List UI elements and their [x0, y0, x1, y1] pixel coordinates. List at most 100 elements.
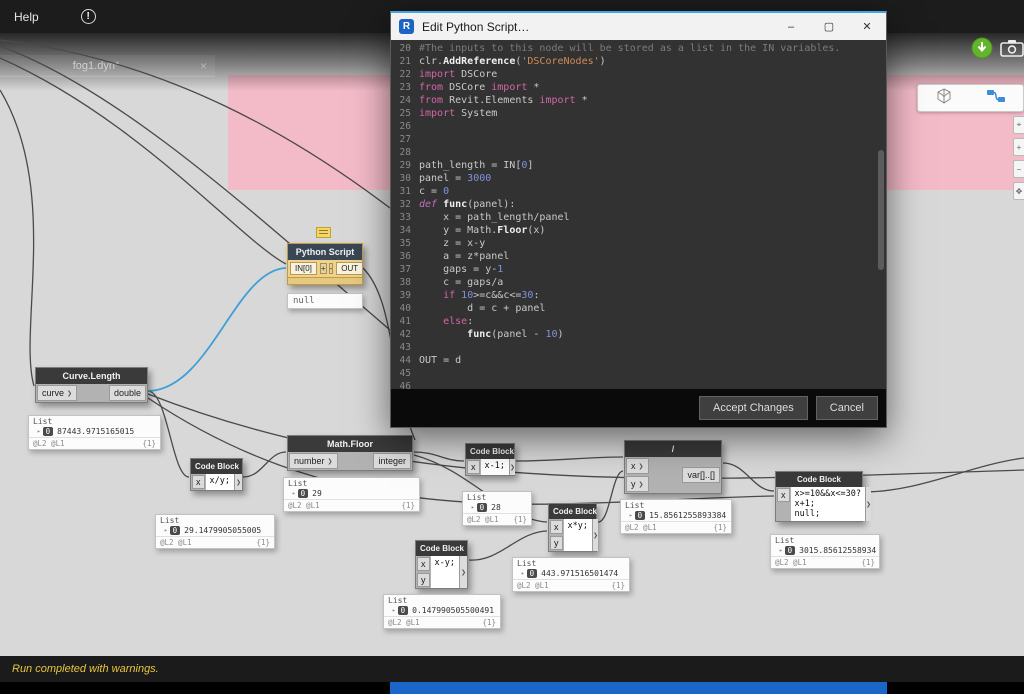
geometry-view-icon[interactable] [935, 87, 953, 110]
scrollbar-thumb[interactable] [878, 150, 884, 270]
port-out[interactable]: ❯ [458, 556, 467, 588]
camera-export-icon[interactable] [1000, 39, 1024, 62]
notification-icon[interactable]: ! [80, 9, 96, 24]
zoom-in-icon[interactable]: + [1013, 138, 1024, 156]
node-code-block-minus[interactable]: Code Block x x-1; ❯ [465, 443, 516, 476]
code-line[interactable]: if 10>=c&&c<=30: [419, 289, 876, 302]
port-integer[interactable]: integer [373, 453, 411, 469]
taskbar-active-segment[interactable] [390, 682, 887, 694]
port-curve[interactable]: curve ❯ [37, 385, 78, 401]
preview-math-floor[interactable]: List ▸ 0 29 @L2 @L1 {1} [283, 477, 420, 512]
node-title[interactable]: Code Block [549, 504, 597, 519]
preview-code-block-mul[interactable]: List ▸ 0 443.971516501474 @L2 @L1 {1} [512, 557, 630, 592]
code-line[interactable]: gaps = y-1 [419, 263, 876, 276]
port-out[interactable]: ❯ [865, 487, 872, 521]
port-y[interactable]: y [550, 536, 563, 550]
fit-view-icon[interactable]: ⌖ [1013, 116, 1024, 134]
code-line[interactable]: c = gaps/a [419, 276, 876, 289]
port-x[interactable]: x [777, 488, 790, 502]
port-number[interactable]: number ❯ [289, 453, 338, 469]
node-curve-length[interactable]: Curve.Length curve ❯ double [35, 367, 148, 403]
code-line[interactable]: import System [419, 107, 876, 120]
port-in0[interactable]: IN[0] [290, 262, 317, 275]
list-levels[interactable]: @L2 @L1 [288, 501, 320, 510]
add-input-button[interactable]: + [319, 263, 327, 274]
expand-caret-icon[interactable]: ▸ [471, 504, 475, 511]
node-title[interactable]: Code Block [416, 541, 467, 556]
code-block-text[interactable]: x*y; [563, 519, 592, 551]
list-levels[interactable]: @L2 @L1 [160, 538, 192, 547]
maximize-icon[interactable]: ▢ [810, 13, 848, 40]
code-block-text[interactable]: x>=10&&x<=30? x+1; null; [790, 487, 866, 521]
code-line[interactable]: func(panel - 10) [419, 328, 876, 341]
list-levels[interactable]: @L2 @L1 [775, 558, 807, 567]
accept-changes-button[interactable]: Accept Changes [699, 396, 808, 420]
export-run-icon[interactable] [971, 37, 993, 64]
code-line[interactable] [419, 120, 876, 133]
code-line[interactable] [419, 133, 876, 146]
node-group-left[interactable] [228, 75, 392, 190]
code-line[interactable]: panel = 3000 [419, 172, 876, 185]
list-levels[interactable]: @L2 @L1 [33, 439, 65, 448]
node-code-block-cond[interactable]: Code Block x x>=10&&x<=30? x+1; null; ❯ [775, 471, 872, 522]
node-title[interactable]: Python Script [288, 244, 362, 260]
node-divide[interactable]: / x ❯ y ❯ var[]..[] [624, 440, 722, 494]
node-code-block-mul[interactable]: Code Block x y x*y; ❯ [548, 503, 599, 552]
node-title[interactable]: Code Block [191, 459, 242, 474]
code-line[interactable]: x = path_length/panel [419, 211, 876, 224]
code-line[interactable]: from Revit.Elements import * [419, 94, 876, 107]
dialog-titlebar[interactable]: R Edit Python Script… – ▢ ✕ [391, 13, 886, 40]
list-levels[interactable]: @L2 @L1 [517, 581, 549, 590]
code-line[interactable]: from DSCore import * [419, 81, 876, 94]
code-line[interactable]: clr.AddReference('DSCoreNodes') [419, 55, 876, 68]
remove-input-button[interactable]: - [328, 263, 334, 274]
code-block-text[interactable]: x/y; [205, 474, 234, 490]
code-line[interactable]: def func(panel): [419, 198, 876, 211]
code-line[interactable]: z = x-y [419, 237, 876, 250]
code-line[interactable] [419, 380, 876, 389]
cancel-button[interactable]: Cancel [815, 396, 878, 420]
code-line[interactable]: path_length = IN[0] [419, 159, 876, 172]
node-code-block-div[interactable]: Code Block x x/y; ❯ [190, 458, 243, 491]
port-var-out[interactable]: var[]..[] [682, 467, 720, 483]
workspace-tab[interactable]: fog1.dyn* × [0, 55, 215, 77]
port-y[interactable]: y [417, 573, 430, 587]
expand-caret-icon[interactable]: ▸ [164, 527, 168, 534]
port-out[interactable]: ❯ [591, 519, 599, 551]
code-area[interactable]: #The inputs to this node will be stored … [419, 42, 876, 389]
editor-scrollbar[interactable] [878, 40, 884, 389]
python-code-editor[interactable]: 20 21 22 23 24 25 26 27 28 29 30 31 32 33 34 35 36 37 38 39… [391, 40, 886, 389]
minimize-icon[interactable]: – [772, 13, 810, 40]
code-line[interactable] [419, 146, 876, 159]
node-code-block-sub[interactable]: Code Block x y x-y; ❯ [415, 540, 468, 589]
expand-caret-icon[interactable]: ▸ [779, 547, 783, 554]
node-title[interactable]: Curve.Length [36, 368, 147, 384]
pan-icon[interactable]: ✥ [1013, 182, 1024, 200]
code-line[interactable]: d = c + panel [419, 302, 876, 315]
node-title[interactable]: / [625, 441, 721, 457]
list-levels[interactable]: @L2 @L1 [388, 618, 420, 627]
expand-caret-icon[interactable]: ▸ [292, 490, 296, 497]
node-title[interactable]: Code Block [776, 472, 862, 487]
code-line[interactable]: else: [419, 315, 876, 328]
code-block-text[interactable]: x-y; [430, 556, 459, 588]
port-x[interactable]: x [417, 557, 430, 571]
expand-caret-icon[interactable]: ▸ [521, 570, 525, 577]
node-math-floor[interactable]: Math.Floor number ❯ integer [287, 435, 413, 471]
code-line[interactable]: OUT = d [419, 354, 876, 367]
port-out[interactable]: ❯ [233, 474, 242, 490]
preview-divide[interactable]: List ▸ 0 15.8561255893384 @L2 @L1 {1} [620, 499, 732, 534]
code-line[interactable] [419, 367, 876, 380]
code-line[interactable]: a = z*panel [419, 250, 876, 263]
expand-caret-icon[interactable]: ▸ [37, 428, 41, 435]
port-double[interactable]: double [108, 385, 146, 401]
code-line[interactable]: y = Math.Floor(x) [419, 224, 876, 237]
code-line[interactable]: c = 0 [419, 185, 876, 198]
code-block-text[interactable]: x-1; [480, 459, 509, 475]
port-out[interactable]: ❯ [508, 459, 516, 475]
code-line[interactable]: #The inputs to this node will be stored … [419, 42, 876, 55]
preview-code-block-div[interactable]: List ▸ 0 29.1479905055005 @L2 @L1 {1} [155, 514, 275, 549]
menu-help[interactable]: Help [0, 10, 53, 24]
preview-curve-length[interactable]: List ▸ 0 87443.9715165015 @L2 @L1 {1} [28, 415, 161, 450]
code-line[interactable] [419, 341, 876, 354]
